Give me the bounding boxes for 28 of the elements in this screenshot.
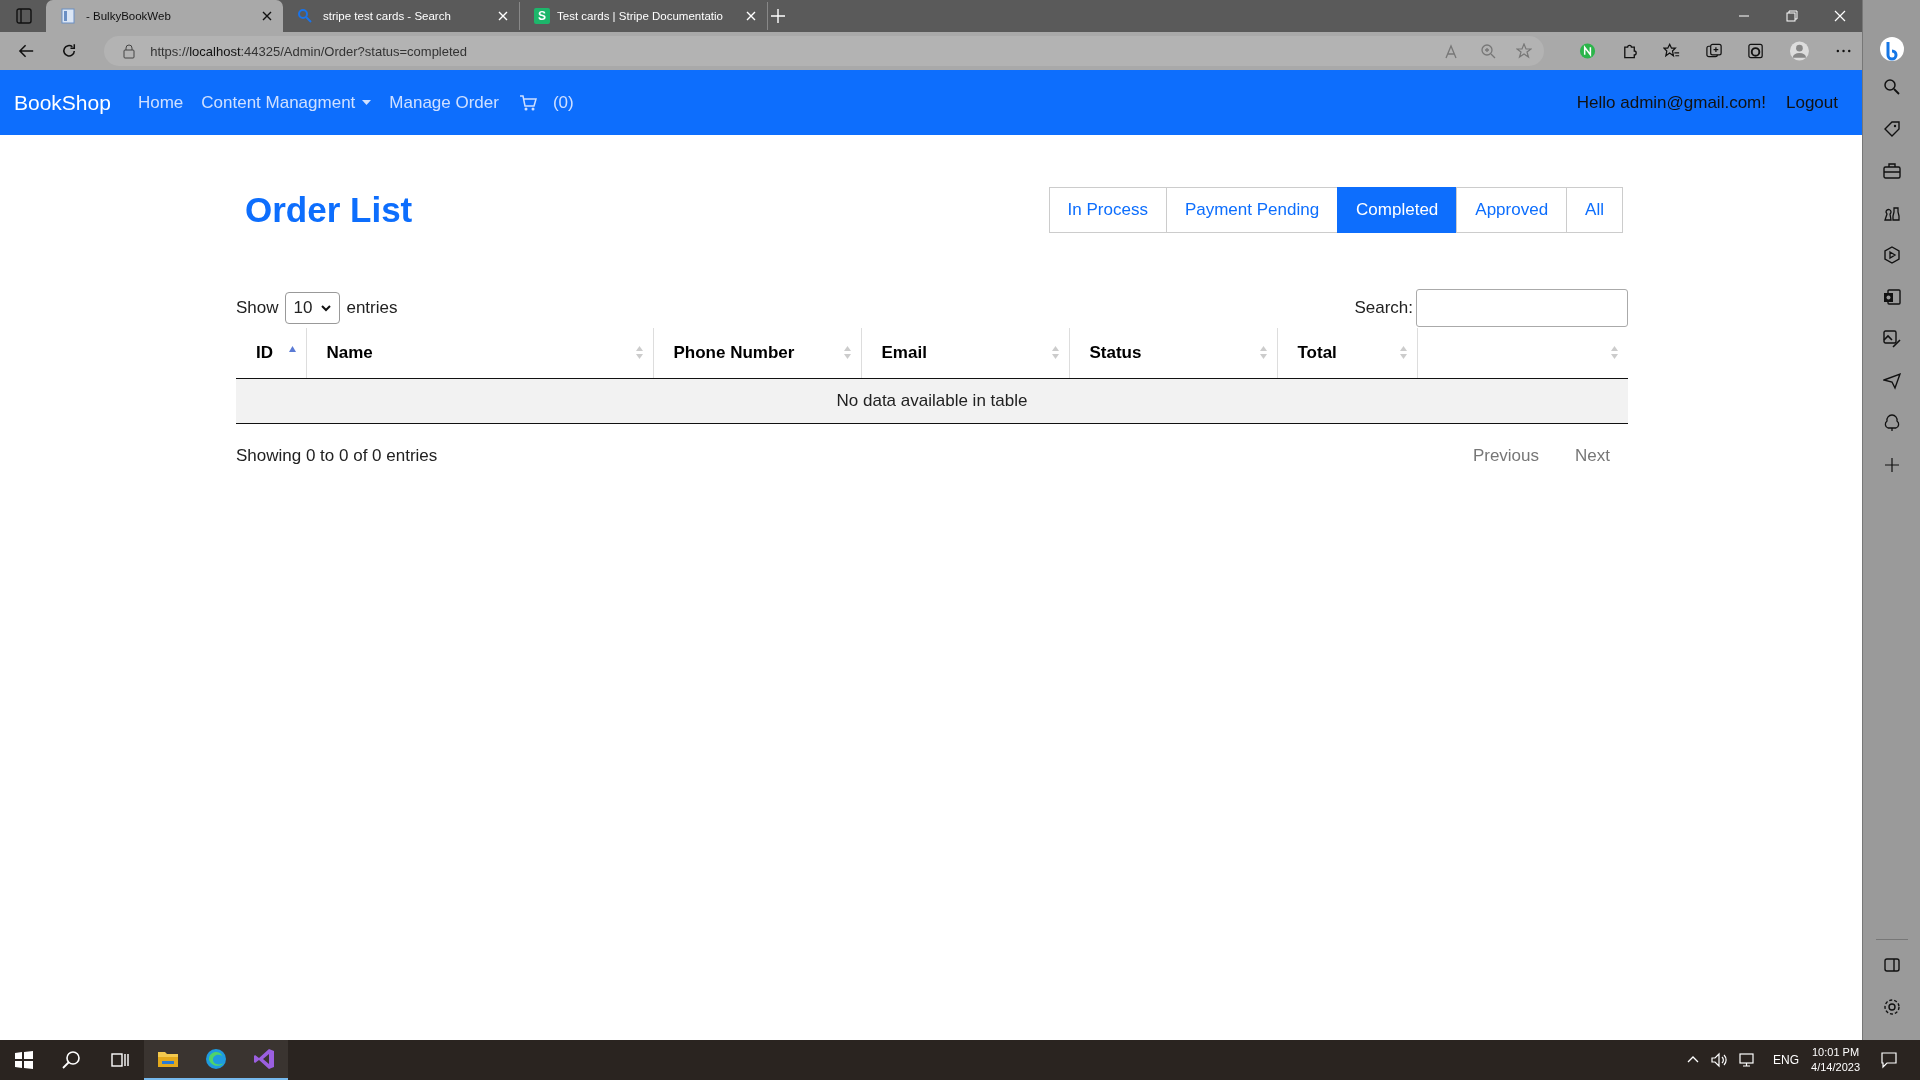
language-indicator[interactable]: ENG <box>1773 1053 1800 1067</box>
filter-button[interactable]: In Process <box>1048 187 1167 233</box>
empty-message: No data available in table <box>236 378 1628 423</box>
filter-button[interactable]: All <box>1566 187 1623 233</box>
column-header[interactable]: Phone Number <box>653 328 861 378</box>
url-text: https://localhost:44325/Admin/Order?status=completed <box>150 43 468 59</box>
logout-link[interactable]: Logout <box>1786 92 1838 113</box>
stripe-icon: S <box>534 8 550 24</box>
greeting-text: Hello admin@gmail.com! <box>1576 92 1766 113</box>
filter-button[interactable]: Completed <box>1337 187 1458 233</box>
clock-date[interactable]: 4/14/2023 <box>1811 1060 1860 1075</box>
entries-label: entries <box>346 298 398 318</box>
brand-link[interactable]: BookShop <box>14 90 111 115</box>
column-header[interactable]: Name <box>306 328 653 378</box>
filter-button[interactable]: Approved <box>1456 187 1568 233</box>
show-label: Show <box>236 298 279 318</box>
browser-tab[interactable]: - BulkyBookWeb <box>46 0 283 32</box>
column-header[interactable]: Email <box>861 328 1069 378</box>
column-header[interactable]: Total <box>1277 328 1417 378</box>
clock-time[interactable]: 10:01 PM <box>1812 1045 1860 1060</box>
table-info: Showing 0 to 0 of 0 entries <box>236 445 438 466</box>
search-label: Search: <box>1354 298 1413 318</box>
entries-select[interactable]: 10 <box>284 292 341 324</box>
column-header[interactable]: Status <box>1069 328 1277 378</box>
page-title: Order List <box>245 190 413 230</box>
browser-tab[interactable]: stripe test cards - Search <box>283 2 520 30</box>
browser-tab[interactable]: S Test cards | Stripe Documentatio <box>520 2 768 30</box>
column-header[interactable]: ID <box>236 328 306 378</box>
